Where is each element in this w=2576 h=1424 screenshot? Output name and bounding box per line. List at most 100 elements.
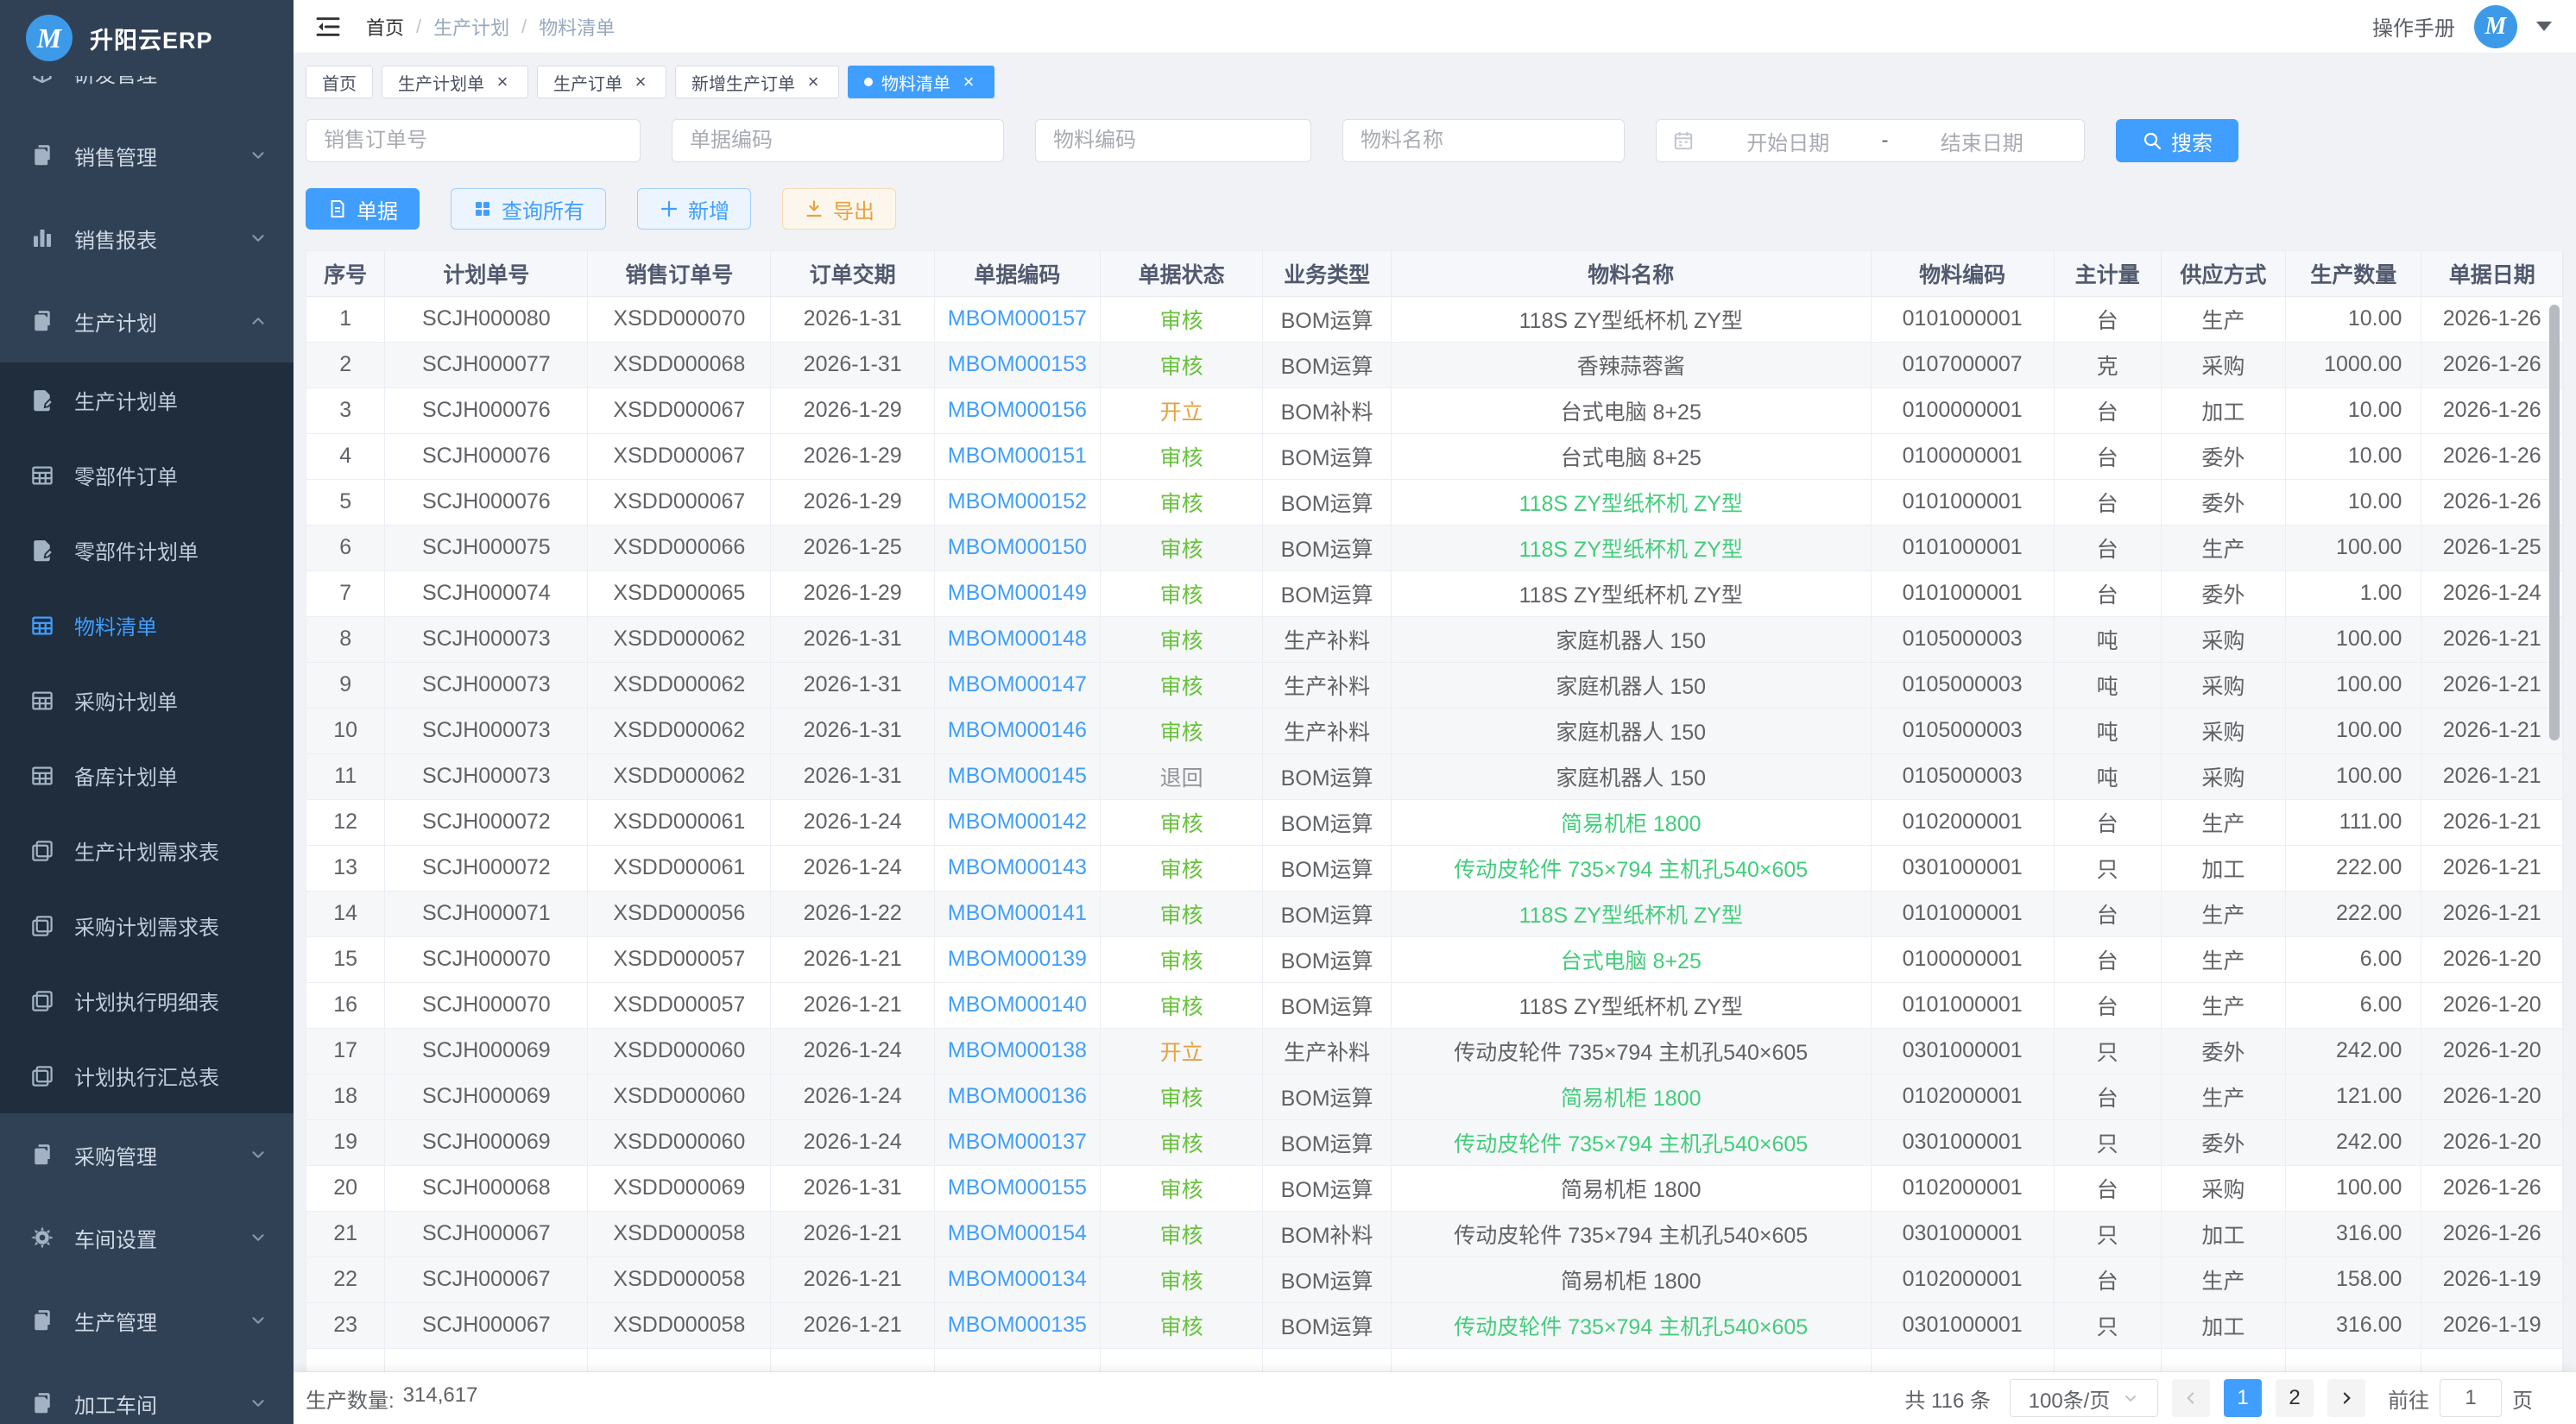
sidebar-item-车间设置[interactable]: 车间设置 [0,1196,294,1279]
cell-so: XSDD000062 [588,616,771,662]
sidebar-item-采购计划单[interactable]: 采购计划单 [0,663,294,738]
date-end-placeholder[interactable]: 结束日期 [1896,126,2069,156]
tab-首页[interactable]: 首页 [306,66,373,98]
cell-supply: 生产 [2161,891,2285,936]
sidebar-item-销售报表[interactable]: 销售报表 [0,197,294,280]
doc-code-link[interactable]: MBOM000146 [948,718,1087,742]
doc-code-link[interactable]: MBOM000135 [948,1313,1087,1337]
close-icon[interactable]: × [959,72,978,91]
cell-name: 简易机柜 1800 [1391,1165,1871,1211]
sidebar-item-零部件计划单[interactable]: 零部件计划单 [0,513,294,588]
cell-qty: 100.00 [2286,1165,2421,1211]
doc-code-link[interactable]: MBOM000155 [948,1175,1087,1200]
sidebar-item-采购计划需求表[interactable]: 采购计划需求表 [0,888,294,963]
vertical-scrollbar[interactable] [2549,305,2560,740]
doc-code-link[interactable]: MBOM000150 [948,535,1087,559]
sidebar-item-生产计划需求表[interactable]: 生产计划需求表 [0,813,294,888]
doc-code-link[interactable]: MBOM000151 [948,444,1087,468]
material-code-input[interactable] [1035,119,1311,162]
sales-order-input[interactable] [306,119,641,162]
doc-code-link[interactable]: MBOM000141 [948,901,1087,925]
cell-name: 118S ZY型纸杯机 ZY型 [1391,479,1871,525]
date-start-placeholder[interactable]: 开始日期 [1702,126,1875,156]
page-size-select[interactable]: 100条/页 [2010,1379,2158,1417]
breadcrumb-production-plan[interactable]: 生产计划 [433,13,509,41]
breadcrumb-separator: / [521,16,527,38]
summary-value: 314,617 [403,1383,478,1414]
sidebar-item-备库计划单[interactable]: 备库计划单 [0,738,294,813]
doc-code-link[interactable]: MBOM000138 [948,1038,1087,1062]
sidebar-item-销售管理[interactable]: 销售管理 [0,114,294,197]
cell-no: 5 [306,479,385,525]
sidebar-item-生产计划[interactable]: 生产计划 [0,280,294,362]
doc-code-link[interactable]: MBOM000145 [948,764,1087,788]
导出-button[interactable]: 导出 [782,188,896,230]
cell-qty: 10.00 [2286,296,2421,342]
tab-生产计划单[interactable]: 生产计划单× [382,66,528,98]
table-row: 22SCJH000067XSDD0000582026-1-21MBOM00013… [306,1257,2563,1302]
goto-page-input[interactable] [2440,1379,2502,1417]
doc-code-input[interactable] [672,119,1004,162]
cell-supply: 加工 [2161,388,2285,433]
cell-name: 118S ZY型纸杯机 ZY型 [1391,570,1871,616]
cell-qty: 1000.00 [2286,342,2421,388]
sidebar-item-加工车间[interactable]: 加工车间 [0,1362,294,1424]
user-menu-caret-icon[interactable] [2536,22,2552,31]
next-page-button[interactable] [2327,1379,2365,1417]
doc-code-link[interactable]: MBOM000134 [948,1267,1087,1291]
doc-code-link[interactable]: MBOM000139 [948,947,1087,971]
search-button[interactable]: 搜索 [2116,119,2238,162]
prev-page-button[interactable] [2172,1379,2210,1417]
chevron-down-icon [249,1394,268,1413]
sidebar-item-采购管理[interactable]: 采购管理 [0,1113,294,1196]
tab-新增生产订单[interactable]: 新增生产订单× [675,66,839,98]
cell-name: 118S ZY型纸杯机 ZY型 [1391,296,1871,342]
avatar[interactable]: M [2474,5,2517,48]
doc-code-link[interactable]: MBOM000152 [948,489,1087,514]
doc-code-link[interactable]: MBOM000143 [948,855,1087,879]
doc-code-link[interactable]: MBOM000154 [948,1221,1087,1245]
page-1-button[interactable]: 1 [2224,1379,2262,1417]
sidebar-item-物料清单[interactable]: 物料清单 [0,588,294,663]
cell-biz: 生产补料 [1263,616,1391,662]
sidebar-item-生产管理[interactable]: 生产管理 [0,1279,294,1362]
close-icon[interactable]: × [631,72,650,91]
footer: 生产数量: 314,617 共 116 条 100条/页 12 前往 [294,1372,2576,1424]
sidebar-item-计划执行明细表[interactable]: 计划执行明细表 [0,963,294,1038]
tab-生产订单[interactable]: 生产订单× [537,66,666,98]
doc-code-link[interactable]: MBOM000137 [948,1130,1087,1154]
cell-supply: 委外 [2161,479,2285,525]
breadcrumb-home[interactable]: 首页 [366,13,404,41]
单据-button[interactable]: 单据 [306,188,420,230]
doc-code-link[interactable]: MBOM000156 [948,398,1087,422]
column-header-物料名称: 物料名称 [1391,251,1871,296]
tab-物料清单[interactable]: 物料清单× [848,66,994,98]
doc-code-link[interactable]: MBOM000140 [948,992,1087,1017]
doc-code-link[interactable]: MBOM000142 [948,810,1087,834]
sidebar-collapse-icon[interactable] [314,11,345,42]
material-name-input[interactable] [1342,119,1625,162]
doc-code-link[interactable]: MBOM000157 [948,306,1087,331]
cell-doc: MBOM000155 [935,1165,1101,1211]
cell-name: 118S ZY型纸杯机 ZY型 [1391,891,1871,936]
date-range-picker[interactable]: 开始日期 - 结束日期 [1656,119,2085,162]
manual-link[interactable]: 操作手册 [2372,11,2455,41]
cell-code: 0301000001 [1871,845,2054,891]
新增-button[interactable]: 新增 [637,188,751,230]
cell-supply: 采购 [2161,662,2285,708]
doc-code-link[interactable]: MBOM000153 [948,352,1087,376]
table-grid-icon [29,613,55,639]
doc-code-link[interactable]: MBOM000149 [948,581,1087,605]
close-icon[interactable]: × [493,72,512,91]
doc-code-link[interactable]: MBOM000148 [948,627,1087,651]
sidebar-item-生产计划单[interactable]: 生产计划单 [0,362,294,438]
doc-code-link[interactable]: MBOM000147 [948,672,1087,696]
doc-code-link[interactable]: MBOM000136 [948,1084,1087,1108]
cell-unit: 只 [2054,1302,2161,1348]
cell-biz: BOM运算 [1263,342,1391,388]
page-2-button[interactable]: 2 [2276,1379,2314,1417]
close-icon[interactable]: × [804,72,823,91]
sidebar-item-计划执行汇总表[interactable]: 计划执行汇总表 [0,1038,294,1113]
查询所有-button[interactable]: 查询所有 [451,188,606,230]
sidebar-item-零部件订单[interactable]: 零部件订单 [0,438,294,513]
